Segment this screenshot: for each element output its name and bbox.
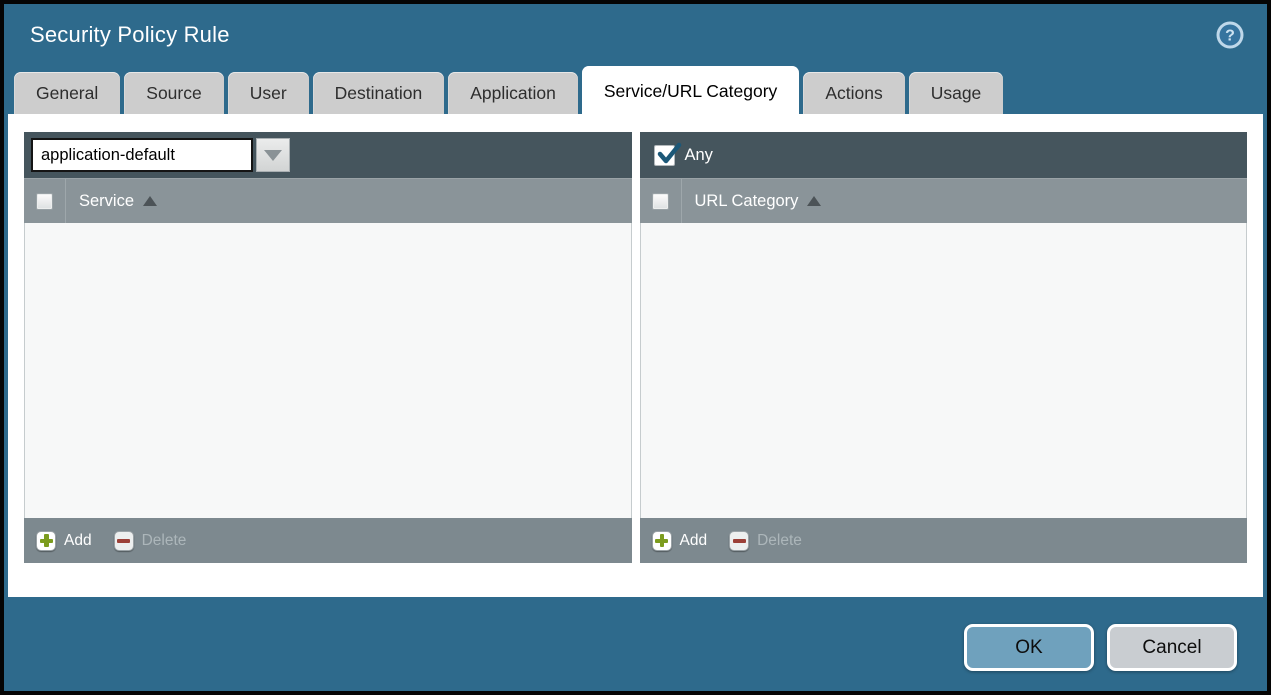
plus-icon (36, 530, 56, 551)
plus-icon (651, 530, 672, 551)
url-category-table-header: URL Category (639, 178, 1247, 223)
security-policy-rule-dialog: Security Policy Rule ? General Source Us… (0, 0, 1271, 695)
any-checkbox-label: Any (684, 145, 713, 164)
service-panel: application-default Service Add Delete (24, 132, 632, 563)
tab-application[interactable]: Application (448, 72, 578, 114)
url-category-list-body (639, 223, 1247, 518)
dialog-titlebar: Security Policy Rule ? (4, 4, 1267, 66)
service-type-dropdown-button[interactable] (256, 138, 290, 172)
url-category-delete-button[interactable]: Delete (729, 530, 802, 551)
tab-source[interactable]: Source (124, 72, 224, 114)
service-delete-button[interactable]: Delete (113, 530, 187, 551)
service-add-label: Add (64, 531, 92, 549)
url-category-column-label: URL Category (694, 191, 799, 210)
any-checkbox[interactable] (653, 142, 681, 166)
cancel-button[interactable]: Cancel (1107, 624, 1237, 671)
url-category-select-all-checkbox[interactable] (651, 192, 669, 210)
service-add-button[interactable]: Add (36, 530, 92, 551)
svg-text:?: ? (1225, 28, 1235, 45)
url-category-add-label: Add (679, 531, 708, 549)
tab-actions[interactable]: Actions (803, 72, 905, 114)
help-icon[interactable]: ? (1215, 20, 1245, 50)
tab-usage[interactable]: Usage (908, 72, 1004, 114)
url-category-panel-topbar: Any (639, 132, 1247, 178)
sort-ascending-icon (143, 196, 158, 206)
sort-ascending-icon (807, 196, 822, 206)
url-category-delete-label: Delete (757, 531, 802, 549)
service-panel-topbar: application-default (24, 132, 632, 178)
url-category-panel: Any URL Category Add Delete (639, 132, 1247, 563)
url-category-add-button[interactable]: Add (651, 530, 708, 551)
service-type-dropdown[interactable]: application-default (31, 138, 253, 172)
tab-general[interactable]: General (14, 72, 121, 114)
tab-service-url-category[interactable]: Service/URL Category (581, 66, 800, 114)
service-panel-toolbar: Add Delete (24, 518, 632, 563)
dialog-actions: OK Cancel (964, 624, 1237, 671)
url-category-panel-toolbar: Add Delete (639, 518, 1247, 563)
service-table-header: Service (24, 178, 632, 223)
dialog-title: Security Policy Rule (30, 22, 230, 47)
tab-destination[interactable]: Destination (312, 72, 445, 114)
minus-icon (113, 530, 134, 551)
dialog-tabs: General Source User Destination Applicat… (4, 66, 1267, 114)
service-select-all-cell (24, 179, 66, 223)
service-delete-label: Delete (141, 531, 187, 549)
service-list-body (24, 223, 632, 518)
tab-content-area: application-default Service Add Delete A… (8, 114, 1263, 597)
service-select-all-checkbox[interactable] (36, 192, 53, 210)
ok-button[interactable]: OK (964, 624, 1094, 671)
tab-user[interactable]: User (227, 72, 309, 114)
service-column-label: Service (79, 191, 135, 210)
minus-icon (729, 530, 750, 551)
url-category-column-header[interactable]: URL Category (682, 192, 822, 211)
chevron-down-icon (264, 149, 282, 161)
service-column-header[interactable]: Service (66, 191, 158, 211)
url-category-select-all-cell (640, 179, 682, 223)
